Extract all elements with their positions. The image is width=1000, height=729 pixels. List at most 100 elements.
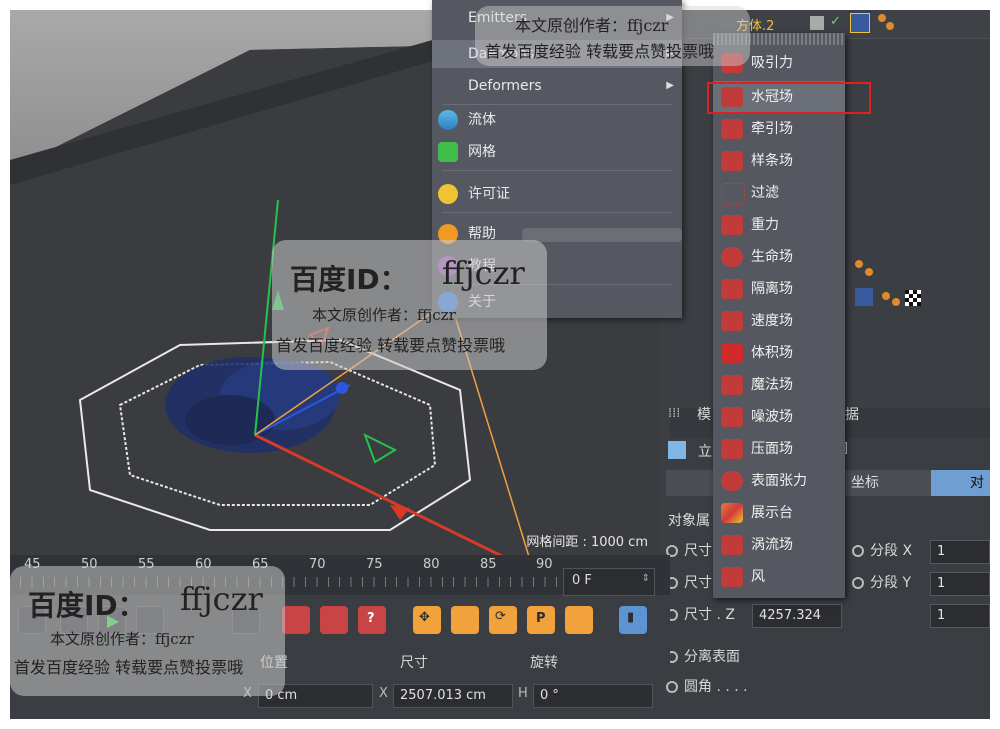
submenu-item-magic[interactable]: 魔法场 [713,369,845,401]
submenu-item-filter[interactable]: 过滤 [713,177,845,209]
blurred-text [522,228,682,242]
film-button[interactable]: ▮ [619,606,647,634]
submenu-item-volume[interactable]: 体积场 [713,337,845,369]
radio-icon [852,545,864,557]
segments-y-field[interactable]: 1 [930,572,990,596]
menu-item-deformers[interactable]: Deformers ▶ [432,72,682,100]
attr-mode-label[interactable]: 模 [697,404,711,424]
license-icon [438,184,458,204]
submenu-item-velocity[interactable]: 速度场 [713,305,845,337]
point-level-button[interactable] [565,606,593,634]
segments-x-label: 分段 X [870,543,913,559]
annotation-highlight-box [707,82,871,114]
menu-item-license[interactable]: 许可证 [432,180,682,208]
submenu-item-label: 吸引力 [751,55,793,71]
tab-coord[interactable]: 坐标 [843,470,931,496]
menu-item-mesh[interactable]: 网格 [432,138,682,166]
autokey-button[interactable] [320,606,348,634]
submenu-item-life[interactable]: 生命场 [713,241,845,273]
submenu-item-noise[interactable]: 噪波场 [713,401,845,433]
surface-tension-icon [721,471,743,491]
rotate-icon: ⟳ [495,609,506,624]
material-tag-icon-5 [882,292,890,300]
menu-separator [442,170,672,171]
watermark-line2: 首发百度经验 转载要点赞投票哦 [485,42,715,61]
segments-x-field[interactable]: 1 [930,540,990,564]
menu-separator [442,104,672,105]
film-icon: ▮ [627,610,635,625]
size-z-row[interactable]: 尺寸 . Z [666,602,735,628]
question-icon: ? [367,611,375,626]
visibility-icon[interactable] [810,16,824,30]
stepper-icon[interactable]: ⇕ [642,573,650,584]
record-button[interactable] [282,606,310,634]
p-icon: P [536,611,546,626]
submenu-item-gravity[interactable]: 重力 [713,209,845,241]
h-rotation-field[interactable]: 0 ° [533,684,653,708]
tab-object[interactable]: 对 [931,470,990,496]
size-x-row[interactable]: 尺寸 [666,538,712,564]
checker-tag-icon[interactable] [905,290,921,306]
submenu-item-pressure[interactable]: 压面场 [713,433,845,465]
velocity-icon [721,311,743,331]
daemons-submenu: 吸引力 水冠场 牵引场 样条场 过滤 重力 生命场 隔离场 速度场 体积场 魔法… [713,33,845,598]
submenu-item-isolate[interactable]: 隔离场 [713,273,845,305]
menu-separator [442,212,672,213]
gravity-icon [721,215,743,235]
menu-item-fluid[interactable]: 流体 [432,106,682,134]
segments-y-row[interactable]: 分段 Y [852,570,911,596]
submenu-item-label: 牵引场 [751,121,793,137]
check-icon[interactable]: ✓ [830,14,841,29]
x-size-field[interactable]: 2507.013 cm [393,684,513,708]
tag-icon-2[interactable] [855,288,873,306]
size-y-row[interactable]: 尺寸 [666,570,712,596]
submenu-item-label: 速度场 [751,313,793,329]
rotation-header: 旋转 [530,655,558,671]
submenu-item-wind[interactable]: 风 [713,561,845,593]
h-rotation-label: H [518,686,528,701]
menu-item-label: 许可证 [468,186,510,202]
submenu-item-spline[interactable]: 样条场 [713,145,845,177]
material-tag-icon[interactable] [878,14,886,22]
tick-label: 85 [480,557,497,572]
wind-icon [721,567,743,587]
grid-spacing-label: 网格间距 : 1000 cm [526,535,648,550]
submenu-item-surface-tension[interactable]: 表面张力 [713,465,845,497]
grip-icon[interactable]: ⁞⁞⁞ [668,406,680,421]
param-key-button[interactable]: P [527,606,555,634]
z-axis-handle[interactable] [336,382,348,394]
submenu-item-drag[interactable]: 牵引场 [713,113,845,145]
showcase-icon [721,503,743,523]
rotate-key-button[interactable]: ⟳ [489,606,517,634]
submenu-item-showcase[interactable]: 展示台 [713,497,845,529]
segments-z-field[interactable]: 1 [930,604,990,628]
submenu-item-label: 压面场 [751,441,793,457]
material-tag-icon-4 [865,268,873,276]
spline-icon [721,151,743,171]
keyframe-help-button[interactable]: ? [358,606,386,634]
tick-label: 80 [423,557,440,572]
submenu-item-label: 隔离场 [751,281,793,297]
menu-item-label: 流体 [468,112,496,128]
scale-key-button[interactable] [451,606,479,634]
separate-surfaces-row[interactable]: 分离表面 [666,644,740,670]
submenu-item-label: 重力 [751,217,779,233]
material-tag-icon-6 [892,298,900,306]
current-frame-field[interactable]: 0 F ⇕ [563,568,655,596]
submenu-item-label: 样条场 [751,153,793,169]
submenu-item-vortex[interactable]: 涡流场 [713,529,845,561]
watermark-line2: 首发百度经验 转载要点赞投票哦 [276,336,506,355]
fillet-row[interactable]: 圆角 . . . . [666,674,748,700]
attr-user-data-label[interactable]: 据 [845,404,859,424]
watermark-brand: 百度ID： [28,589,146,622]
submenu-item-label: 风 [751,569,765,585]
move-key-button[interactable]: ✥ [413,606,441,634]
segments-x-row[interactable]: 分段 X [852,538,912,564]
vortex-icon [721,535,743,555]
object-properties-heading: 对象属 [668,513,710,529]
x-size-label: X [379,686,388,701]
size-z-field[interactable]: 4257.324 [752,604,842,628]
tag-icon[interactable] [850,13,870,33]
watermark-bottom: 百度ID： ffjczr 本文原创作者：ffjczr 首发百度经验 转载要点赞投… [10,566,285,696]
tick-label: 75 [366,557,383,572]
